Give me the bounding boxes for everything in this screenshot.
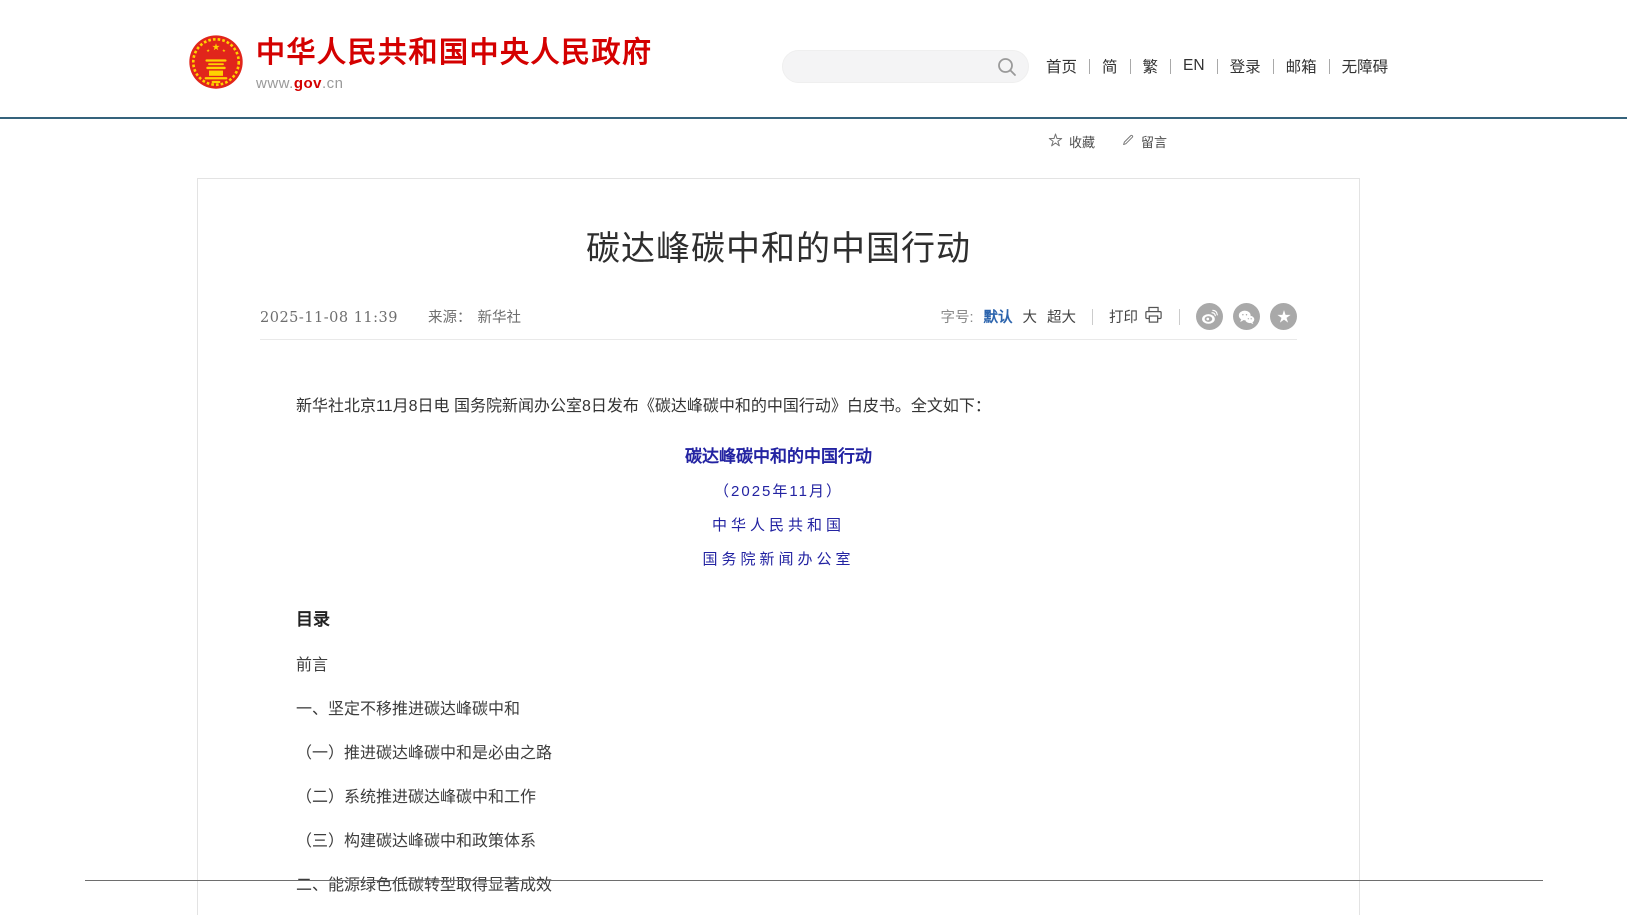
- search-box: [782, 50, 1029, 83]
- toc-item-1-3: （三）构建碳达峰碳中和政策体系: [296, 833, 1297, 850]
- page: 中华人民共和国中央人民政府 www.gov.cn 首页 简 繁 EN 登录: [0, 0, 1627, 915]
- article-toolbar: 字号: 默认 大 超大 打印: [940, 303, 1297, 330]
- article-card: 碳达峰碳中和的中国行动 2025-11-08 11:39 来源： 新华社 字号:…: [197, 178, 1360, 915]
- share-group: [1196, 303, 1297, 330]
- nav-english[interactable]: EN: [1183, 57, 1205, 75]
- article-meta-row: 2025-11-08 11:39 来源： 新华社 字号: 默认 大 超大 打印: [260, 303, 1297, 330]
- site-url-highlight: gov: [294, 75, 322, 92]
- favorite-label: 收藏: [1069, 132, 1095, 151]
- document-org-line-1: 中华人民共和国: [260, 514, 1297, 535]
- header-divider: [0, 117, 1627, 119]
- site-url-prefix: www.: [256, 75, 294, 92]
- wechat-icon[interactable]: [1233, 303, 1260, 330]
- comment-label: 留言: [1141, 132, 1167, 151]
- nav-simplified[interactable]: 简: [1102, 55, 1118, 77]
- toc-item-1-2: （二）系统推进碳达峰碳中和工作: [296, 789, 1297, 806]
- source-label: 来源：: [428, 306, 472, 327]
- font-size-xlarge[interactable]: 超大: [1047, 306, 1076, 327]
- site-url: www.gov.cn: [256, 75, 653, 92]
- font-size-large[interactable]: 大: [1023, 306, 1038, 327]
- toc-item-1: 一、坚定不移推进碳达峰碳中和: [296, 701, 1297, 718]
- site-title: 中华人民共和国中央人民政府: [256, 37, 653, 70]
- nav-home[interactable]: 首页: [1046, 55, 1077, 77]
- lead-paragraph: 新华社北京11月8日电 国务院新闻办公室8日发布《碳达峰碳中和的中国行动》白皮书…: [296, 396, 1297, 418]
- national-emblem-icon: [188, 34, 244, 95]
- nav-separator: [1170, 59, 1171, 74]
- page-title: 碳达峰碳中和的中国行动: [260, 221, 1297, 270]
- nav-mail[interactable]: 邮箱: [1286, 55, 1317, 77]
- toc-item-1-1: （一）推进碳达峰碳中和是必由之路: [296, 745, 1297, 762]
- document-org-line-2: 国务院新闻办公室: [260, 548, 1297, 569]
- bottom-divider: [85, 880, 1543, 881]
- toc-heading: 目录: [296, 605, 1297, 630]
- search-input[interactable]: [799, 59, 996, 75]
- toolbar-separator: [1092, 309, 1093, 325]
- nav-separator: [1089, 59, 1090, 74]
- toc-item-preface: 前言: [296, 657, 1297, 674]
- site-identity: 中华人民共和国中央人民政府 www.gov.cn: [256, 37, 653, 91]
- pencil-icon: [1121, 133, 1135, 150]
- source-value[interactable]: 新华社: [478, 306, 522, 327]
- article-meta: 2025-11-08 11:39 来源： 新华社: [260, 306, 521, 327]
- favorite-button[interactable]: 收藏: [1048, 132, 1095, 151]
- site-header: 中华人民共和国中央人民政府 www.gov.cn 首页 简 繁 EN 登录: [0, 0, 1627, 117]
- nav-separator: [1329, 59, 1330, 74]
- nav-separator: [1273, 59, 1274, 74]
- toolbar-separator: [1179, 309, 1180, 325]
- printer-icon: [1144, 305, 1163, 328]
- nav-separator: [1217, 59, 1218, 74]
- weibo-icon[interactable]: [1196, 303, 1223, 330]
- print-button[interactable]: 打印: [1109, 305, 1163, 328]
- page-actions: 收藏 留言: [1048, 132, 1167, 151]
- font-size-label: 字号:: [940, 306, 973, 327]
- meta-divider: [260, 339, 1297, 340]
- document-title: 碳达峰碳中和的中国行动: [260, 442, 1297, 467]
- font-size-default[interactable]: 默认: [984, 306, 1013, 327]
- nav-accessibility[interactable]: 无障碍: [1342, 55, 1389, 77]
- search-icon[interactable]: [996, 56, 1018, 78]
- site-logo[interactable]: 中华人民共和国中央人民政府 www.gov.cn: [188, 34, 653, 95]
- qzone-icon[interactable]: [1270, 303, 1297, 330]
- top-nav: 首页 简 繁 EN 登录 邮箱 无障碍: [1046, 55, 1388, 77]
- nav-login[interactable]: 登录: [1230, 55, 1261, 77]
- article-body: 新华社北京11月8日电 国务院新闻办公室8日发布《碳达峰碳中和的中国行动》白皮书…: [260, 396, 1297, 915]
- nav-traditional[interactable]: 繁: [1143, 55, 1159, 77]
- star-icon: [1048, 133, 1063, 151]
- comment-button[interactable]: 留言: [1121, 132, 1167, 151]
- site-url-suffix: .cn: [322, 75, 344, 92]
- publish-date: 2025-11-08 11:39: [260, 310, 398, 326]
- nav-separator: [1130, 59, 1131, 74]
- print-label: 打印: [1109, 306, 1138, 327]
- document-date: （2025年11月）: [260, 480, 1297, 501]
